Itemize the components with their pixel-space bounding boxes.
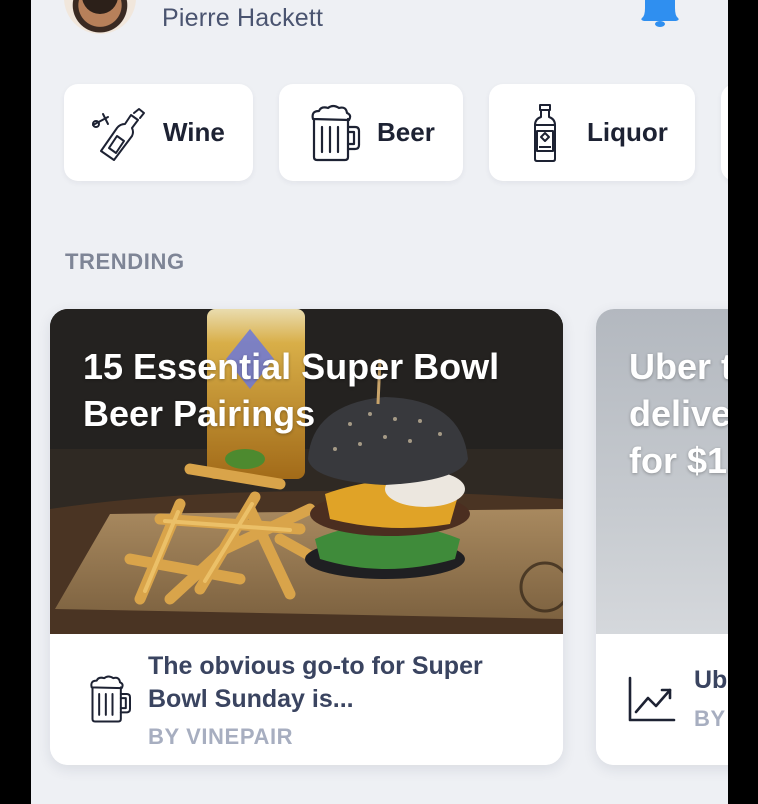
section-title-trending: TRENDING <box>65 249 185 274</box>
category-beer[interactable]: Beer <box>279 84 463 181</box>
card-footer: The obvious go-to for Super Bowl Sunday … <box>50 634 563 765</box>
category-liquor[interactable]: Liquor <box>489 84 695 181</box>
card-title: 15 Essential Super Bowl Beer Pairings <box>83 346 500 434</box>
bell-icon[interactable] <box>640 0 680 28</box>
card-byline: BY VINEPAIR <box>148 724 294 749</box>
wine-bottle-icon <box>92 107 145 161</box>
card-excerpt: Ub <box>694 666 728 694</box>
avatar-beard <box>82 0 118 14</box>
liquor-bottle-icon <box>534 103 556 162</box>
category-label: Liquor <box>587 117 668 147</box>
user-name[interactable]: Pierre Hackett <box>162 4 323 33</box>
trending-chart-icon <box>628 676 676 722</box>
trending-card[interactable]: Uber t delive for $1 Ub BY <box>596 309 728 765</box>
card-footer: Ub BY <box>596 634 728 765</box>
category-wine[interactable]: Wine <box>64 84 253 181</box>
card-hero-image: 15 Essential Super Bowl Beer Pairings <box>50 309 563 634</box>
card-excerpt: The obvious go-to for Super Bowl Sunday … <box>148 652 483 713</box>
card-title: Uber t delive for $1 <box>629 346 728 481</box>
beer-mug-icon <box>90 675 131 723</box>
category-next-partial[interactable] <box>721 84 728 181</box>
beer-mug-icon <box>311 104 361 161</box>
category-label: Beer <box>377 117 435 147</box>
card-byline: BY <box>694 706 726 731</box>
trending-card[interactable]: 15 Essential Super Bowl Beer Pairings Th… <box>50 309 563 765</box>
card-hero-image: Uber t delive for $1 <box>596 309 728 634</box>
app-screen: Pierre Hackett Wine Beer Liquor TRENDING… <box>31 0 728 804</box>
avatar[interactable] <box>64 0 136 34</box>
category-label: Wine <box>163 117 225 147</box>
